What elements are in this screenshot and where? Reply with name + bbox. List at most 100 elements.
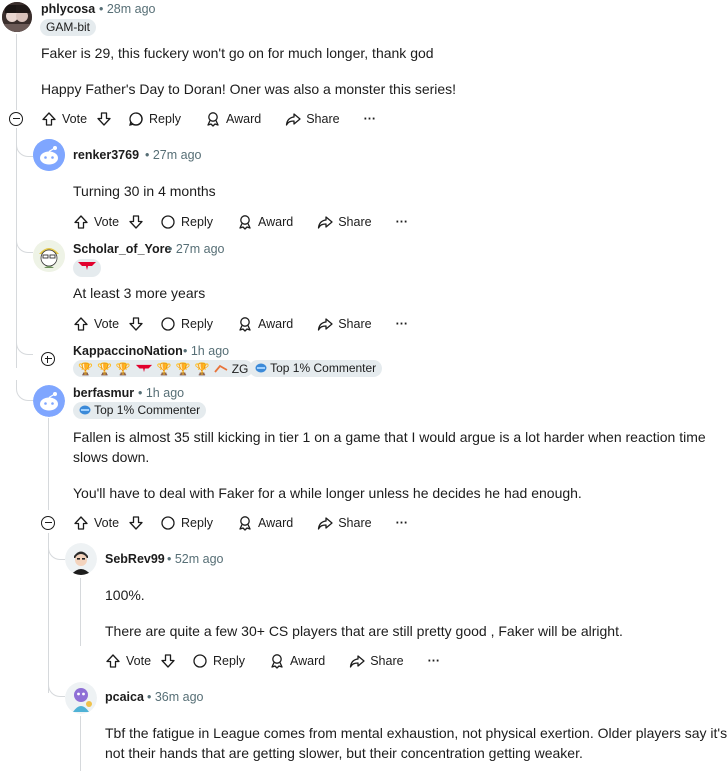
share-button[interactable]: Share [317, 316, 372, 332]
award-button[interactable]: Award [269, 653, 325, 669]
share-button[interactable]: Share [285, 111, 340, 127]
thread-elbow [16, 234, 33, 253]
avatar[interactable] [65, 543, 97, 575]
comment-body: not their hands that are getting slower,… [105, 745, 583, 761]
award-icon [271, 654, 283, 669]
timestamp: • 36m ago [147, 690, 204, 704]
reply-icon [129, 112, 143, 126]
share-button[interactable]: Share [317, 214, 372, 230]
username[interactable]: KappaccinoNation [73, 344, 183, 358]
downvote-icon[interactable] [128, 515, 144, 531]
downvote-icon[interactable] [128, 316, 144, 332]
comment-body: Tbf the fatigue in League comes from men… [105, 725, 728, 741]
top-commenter-badge: Top 1% Commenter [249, 360, 383, 377]
trophy-icon: 🏆 [175, 361, 191, 376]
reply-button[interactable]: Reply [160, 316, 213, 332]
timestamp: • 28m ago [99, 2, 156, 16]
vote-button[interactable]: Vote [41, 111, 112, 127]
award-button[interactable]: Award [237, 214, 293, 230]
upvote-icon[interactable] [41, 111, 57, 127]
username[interactable]: pcaica [105, 690, 144, 704]
thread-line [16, 128, 17, 368]
share-icon [318, 517, 333, 530]
trophy-icon: 🏆 [156, 361, 172, 376]
comment-body: Happy Father's Day to Doran! Oner was al… [41, 81, 457, 97]
avatar[interactable] [33, 240, 65, 272]
upvote-icon[interactable] [73, 316, 89, 332]
trophy-icon: 🏆 [96, 361, 112, 376]
comment-body: Turning 30 in 4 months [73, 183, 216, 199]
avatar[interactable] [33, 385, 65, 417]
share-button[interactable]: Share [317, 515, 372, 531]
comment-body: 100%. [105, 587, 145, 603]
timestamp: • 1h ago [183, 344, 230, 358]
commenter-badge-icon [255, 363, 267, 373]
username[interactable]: berfasmur [73, 386, 134, 400]
upvote-icon[interactable] [73, 214, 89, 230]
award-button[interactable]: Award [205, 111, 261, 127]
share-button[interactable]: Share [349, 653, 404, 669]
thread-elbow [16, 380, 33, 401]
comment-body: At least 3 more years [73, 285, 206, 301]
thread-line [80, 716, 81, 771]
comment-body: Faker is 29, this fuckery won't go on fo… [41, 45, 434, 61]
reply-button[interactable]: Reply [128, 111, 181, 127]
downvote-icon[interactable] [160, 653, 176, 669]
timestamp: • 52m ago [167, 552, 224, 566]
team-logo-icon [214, 364, 228, 373]
thread-line [48, 418, 49, 510]
more-options-button[interactable]: ··· [396, 516, 409, 530]
thread-line [80, 578, 81, 646]
collapse-thread-button[interactable] [41, 516, 55, 530]
vote-button[interactable]: Vote [73, 316, 144, 332]
comment-actions: Vote Reply Award Share ··· [73, 314, 432, 334]
thread-elbow [48, 543, 65, 560]
username[interactable]: Scholar_of_Yore [73, 242, 171, 256]
username[interactable]: phlycosa [41, 2, 95, 16]
timestamp: • 27m ago [168, 242, 225, 256]
award-button[interactable]: Award [237, 316, 293, 332]
reply-button[interactable]: Reply [160, 515, 213, 531]
avatar[interactable] [2, 2, 32, 32]
upvote-icon[interactable] [73, 515, 89, 531]
reply-button[interactable]: Reply [160, 214, 213, 230]
comment-actions: Vote Reply Award Share ··· [41, 109, 400, 129]
downvote-icon[interactable] [96, 111, 112, 127]
reply-icon [161, 215, 175, 229]
vote-button[interactable]: Vote [73, 214, 144, 230]
top-commenter-badge: Top 1% Commenter [73, 402, 207, 419]
more-options-button[interactable]: ··· [428, 654, 441, 668]
user-flair: GAM-bit [40, 19, 97, 36]
more-options-button[interactable]: ··· [396, 215, 409, 229]
username[interactable]: SebRev99 [105, 552, 165, 566]
thread-elbow [16, 138, 33, 157]
commenter-badge-icon [79, 405, 91, 415]
username[interactable]: renker3769 [73, 148, 139, 162]
share-icon [350, 655, 365, 668]
award-button[interactable]: Award [237, 515, 293, 531]
comment-body: Fallen is almost 35 still kicking in tie… [73, 429, 706, 445]
award-icon [239, 215, 251, 230]
share-icon [286, 113, 301, 126]
team-logo-icon [78, 262, 96, 270]
downvote-icon[interactable] [128, 214, 144, 230]
more-options-button[interactable]: ··· [364, 112, 377, 126]
vote-button[interactable]: Vote [105, 653, 176, 669]
team-logo-icon [135, 364, 152, 373]
comment-body: You'll have to deal with Faker for a whi… [73, 485, 582, 501]
more-options-button[interactable]: ··· [396, 317, 409, 331]
comment-actions: Vote Reply Award Share ··· [105, 651, 464, 671]
reply-button[interactable]: Reply [192, 653, 245, 669]
collapse-thread-button[interactable] [9, 112, 23, 126]
upvote-icon[interactable] [105, 653, 121, 669]
timestamp: • 1h ago [138, 386, 185, 400]
trophy-icon: 🏆 [194, 361, 210, 376]
vote-button[interactable]: Vote [73, 515, 144, 531]
user-flair: 🏆 🏆 🏆 🏆 🏆 🏆 ZG [73, 360, 254, 377]
comment-body: slows down. [73, 449, 150, 465]
avatar[interactable] [33, 139, 65, 171]
reply-icon [161, 516, 175, 530]
reply-icon [193, 654, 207, 668]
avatar[interactable] [65, 682, 97, 714]
expand-thread-button[interactable] [41, 352, 55, 366]
